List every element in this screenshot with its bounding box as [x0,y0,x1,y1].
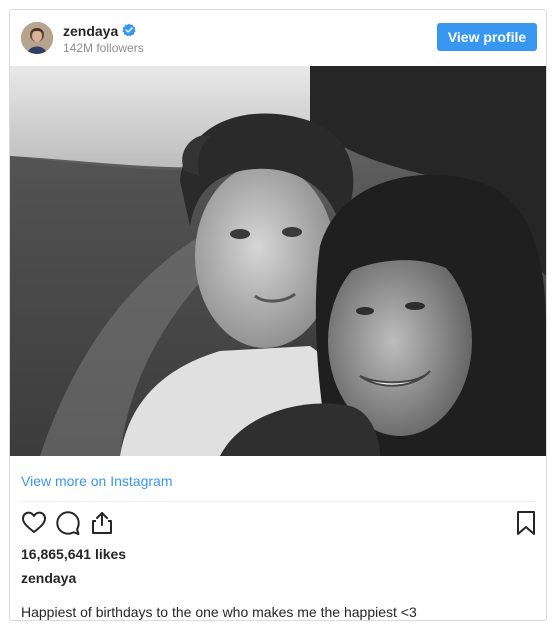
post-actions [10,510,546,540]
comment-icon[interactable] [55,510,81,536]
bookmark-icon[interactable] [513,510,539,536]
username[interactable]: zendaya [63,23,118,39]
caption-text: Happiest of birthdays to the one who mak… [21,604,417,620]
post-header: zendaya 142M followers View profile [10,10,546,66]
caption-username[interactable]: zendaya [21,569,76,587]
view-profile-button[interactable]: View profile [437,23,537,51]
avatar[interactable] [21,22,53,54]
like-count: 16,865,641 likes [21,546,127,562]
view-more-on-instagram-link[interactable]: View more on Instagram [21,472,172,490]
post-photo[interactable] [10,66,546,456]
follower-count: 142M followers [63,41,144,55]
heart-icon[interactable] [21,510,47,536]
instagram-embed-card: zendaya 142M followers View profile View… [9,9,547,621]
verified-badge-icon [122,23,136,37]
share-icon[interactable] [89,510,115,536]
divider [21,501,535,502]
